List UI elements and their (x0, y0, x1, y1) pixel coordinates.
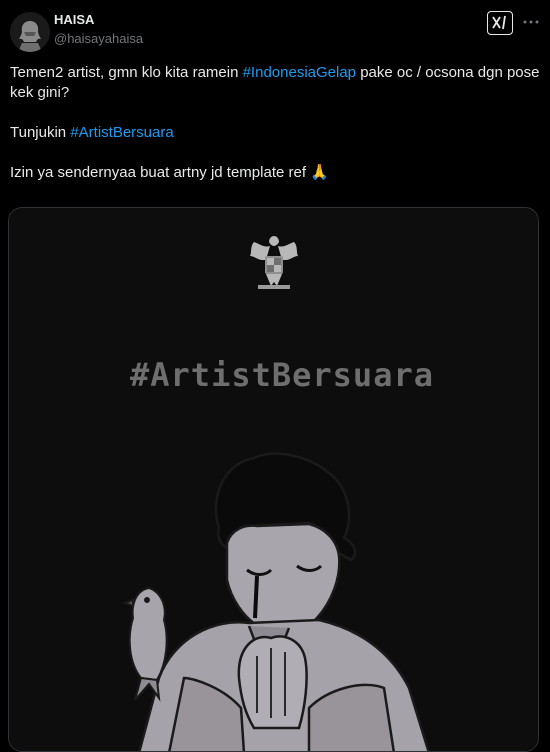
hashtag-link-artistbersuara[interactable]: #ArtistBersuara (70, 124, 173, 141)
artwork-illustration: #ArtistBersuara (9, 208, 538, 751)
tweet-text: Temen2 artist, gmn klo kita ramein #Indo… (10, 63, 540, 183)
more-icon (523, 20, 539, 24)
grok-button[interactable] (487, 11, 513, 35)
artwork-title-text: #ArtistBersuara (130, 356, 434, 394)
avatar[interactable] (10, 12, 50, 52)
folded-hands-emoji: 🙏 (310, 164, 329, 181)
author-handle[interactable]: @haisayahaisa (54, 31, 143, 46)
tweet-line-2: Tunjukin #ArtistBersuara (10, 123, 540, 143)
author-name[interactable]: HAISA (54, 12, 94, 27)
tweet-line-3: Izin ya sendernyaa buat artny jd templat… (10, 163, 540, 183)
avatar-image (10, 12, 50, 52)
hashtag-link-indonesiagelap[interactable]: #IndonesiaGelap (243, 64, 356, 81)
tweet-text-segment: Tunjukin (10, 124, 71, 141)
tweet-text-segment: Izin ya sendernyaa buat artny jd templat… (10, 164, 311, 181)
tweet-line-1: Temen2 artist, gmn klo kita ramein #Indo… (10, 63, 540, 103)
grok-icon (492, 15, 506, 30)
tweet-header: HAISA @haisayahaisa (0, 0, 550, 56)
tweet-media-image[interactable]: #ArtistBersuara (8, 207, 539, 752)
tweet-text-segment: Temen2 artist, gmn klo kita ramein (10, 64, 243, 81)
more-button[interactable] (521, 12, 541, 32)
